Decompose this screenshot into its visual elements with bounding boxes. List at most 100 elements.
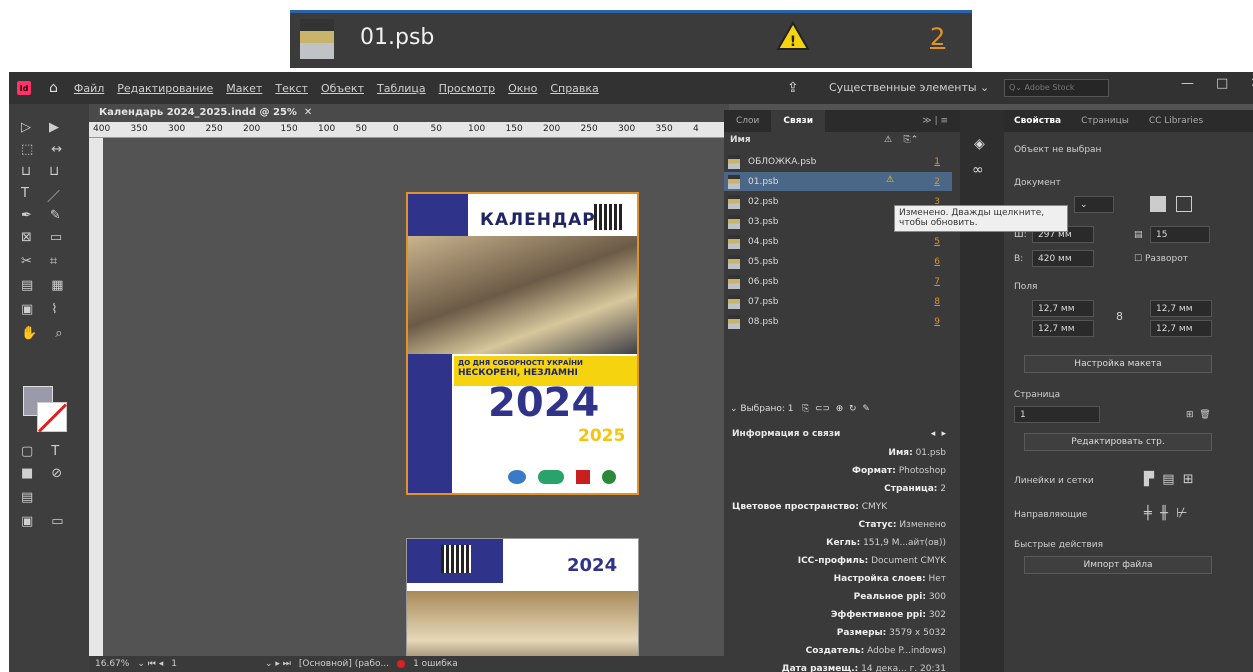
links-panel-icon[interactable]: ∞ (972, 162, 984, 178)
warning-icon[interactable]: ! (776, 21, 810, 51)
ruler-grid-icons[interactable]: ▛ ▤ ⊞ (1144, 472, 1194, 487)
apply-color-icon[interactable]: ■ (21, 466, 33, 481)
link-page[interactable]: 5 (934, 237, 940, 247)
portrait-icon[interactable] (1150, 196, 1166, 212)
menu-item[interactable]: Макет (226, 82, 262, 95)
link-page[interactable]: 1 (934, 157, 940, 167)
margin-top-field[interactable]: 12,7 мм (1032, 300, 1094, 317)
stroke-swatch[interactable] (37, 402, 67, 432)
line-tool-icon[interactable]: ／ (47, 186, 60, 205)
gradient-swatch-tool-icon[interactable]: ▤ (21, 278, 33, 293)
formatting-text-icon[interactable]: T (51, 444, 59, 459)
content-placer-icon[interactable]: ⊔ (49, 164, 59, 179)
menu-item[interactable]: Текст (275, 82, 308, 95)
workspace-switcher[interactable]: Существенные элементы ⌄ (829, 81, 989, 94)
link-page[interactable]: 6 (934, 257, 940, 267)
guide-icons[interactable]: ╪ ╫ ⊬ (1144, 506, 1188, 521)
layers-panel-icon[interactable]: ◈ (974, 136, 985, 152)
link-row[interactable]: 05.psb 6 (724, 252, 952, 271)
pages-count-field[interactable]: 15 (1150, 226, 1210, 243)
page-tool-icon[interactable]: ⬚ (21, 142, 33, 157)
content-collector-icon[interactable]: ⊔ (21, 164, 31, 179)
page-select[interactable]: 1 (1014, 406, 1100, 423)
pencil-tool-icon[interactable]: ✎ (50, 208, 61, 223)
rectangle-frame-tool-icon[interactable]: ⊠ (21, 230, 32, 245)
menu-item[interactable]: Окно (508, 82, 537, 95)
preflight-errors[interactable]: 1 ошибка (413, 659, 458, 669)
link-info-header[interactable]: Информация о связи ◂ ▸ (724, 424, 960, 444)
menu-item[interactable]: Просмотр (439, 82, 495, 95)
free-transform-tool-icon[interactable]: ⌗ (50, 254, 57, 269)
document-tab[interactable]: Календарь 2024_2025.indd @ 25% ✕ (89, 104, 729, 122)
link-row[interactable]: 08.psb 9 (724, 312, 952, 331)
link-row[interactable]: 06.psb 7 (724, 272, 952, 291)
screen-mode-menu-icon[interactable]: ▭ (51, 514, 63, 529)
margin-bottom-field[interactable]: 12,7 мм (1032, 320, 1094, 337)
screen-mode-icon[interactable]: ▣ (21, 514, 33, 529)
formatting-container-icon[interactable]: ▢ (21, 444, 33, 459)
adobe-stock-search[interactable]: Q⌄ Adobe Stock (1004, 79, 1109, 97)
tab-pages[interactable]: Страницы (1071, 116, 1139, 126)
hand-tool-icon[interactable]: ✋ (21, 326, 37, 341)
calendar-cover-page[interactable]: КАЛЕНДАРЬ ДО ДНЯ СОБОРНОСТІ УКРАЇНИ НЕСКО… (406, 192, 639, 495)
scissors-tool-icon[interactable]: ✂ (21, 254, 32, 269)
direct-selection-tool-icon[interactable]: ▶ (49, 120, 59, 135)
note-tool-icon[interactable]: ▣ (21, 302, 33, 317)
add-page-icon[interactable]: ⊞ 🗑 (1186, 410, 1211, 420)
tab-properties[interactable]: Свойства (1004, 116, 1071, 126)
edit-page-button[interactable]: Редактировать стр. (1024, 433, 1212, 451)
gradient-feather-tool-icon[interactable]: ▦ (51, 278, 63, 293)
logo-icon (602, 470, 616, 484)
link-page[interactable]: 8 (934, 297, 940, 307)
link-row[interactable]: 07.psb 8 (724, 292, 952, 311)
apply-none-icon[interactable]: ⊘ (51, 466, 62, 481)
menu-item[interactable]: Файл (74, 82, 104, 95)
menu-item[interactable]: Справка (550, 82, 598, 95)
pen-tool-icon[interactable]: ✒ (21, 208, 32, 223)
link-info-row: Статус: Изменено (858, 520, 946, 530)
panel-dock: ◈ ∞ (960, 110, 1004, 672)
link-page[interactable]: 9 (934, 317, 940, 327)
layout-settings-button[interactable]: Настройка макета (1024, 355, 1212, 373)
tab-layers[interactable]: Слои (724, 116, 771, 126)
calendar-page-2[interactable]: 2024 (406, 538, 639, 672)
tab-cc-libraries[interactable]: CC Libraries (1139, 116, 1213, 126)
panel-menu-icon[interactable]: ≫ | ≡ (910, 116, 960, 126)
document-preset-select[interactable]: ⌄ (1074, 196, 1114, 213)
share-icon[interactable]: ⇪ (787, 80, 799, 96)
import-file-button[interactable]: Импорт файла (1024, 556, 1212, 574)
type-tool-icon[interactable]: T (21, 186, 29, 205)
page-field[interactable]: 1 (171, 659, 177, 669)
landscape-icon[interactable] (1176, 196, 1192, 212)
menu-item[interactable]: Редактирование (117, 82, 213, 95)
rectangle-tool-icon[interactable]: ▭ (50, 230, 62, 245)
margin-right-field[interactable]: 12,7 мм (1150, 320, 1212, 337)
link-page-number[interactable]: 2 (930, 23, 945, 51)
link-row[interactable]: ОБЛОЖКА.psb 1 (724, 152, 952, 171)
link-row[interactable]: 01.psb ⚠ 2 (724, 172, 952, 191)
menu-item[interactable]: Таблица (377, 82, 426, 95)
minimize-button[interactable]: — (1181, 76, 1194, 91)
logo-icon (508, 470, 526, 484)
height-field[interactable]: 420 мм (1032, 250, 1094, 267)
link-page[interactable]: 7 (934, 277, 940, 287)
eyedropper-tool-icon[interactable]: ⌇ (51, 302, 57, 317)
link-row[interactable]: 04.psb 5 (724, 232, 952, 251)
maximize-button[interactable]: □ (1216, 76, 1228, 91)
warning-icon[interactable]: ⚠ (886, 175, 894, 185)
selection-tool-icon[interactable]: ▷ (21, 120, 31, 135)
preview-mode-icon[interactable]: ▤ (21, 490, 33, 505)
home-icon[interactable]: ⌂ (49, 80, 58, 96)
gap-tool-icon[interactable]: ↔ (51, 142, 62, 157)
spread-checkbox[interactable]: ☐ Разворот (1134, 254, 1188, 264)
link-thumbnail (728, 254, 740, 269)
zoom-tool-icon[interactable]: ⌕ (55, 326, 62, 341)
link-info-row: ICC-профиль: Document CMYK (797, 556, 946, 566)
menu-item[interactable]: Объект (321, 82, 364, 95)
link-page[interactable]: 2 (934, 177, 940, 187)
tab-links[interactable]: Связи (771, 110, 826, 132)
margin-left-field[interactable]: 12,7 мм (1150, 300, 1212, 317)
link-margins-icon[interactable]: 8 (1116, 310, 1123, 323)
master-style[interactable]: [Основной] (рабо... (299, 659, 389, 669)
zoom-level[interactable]: 16.67% (95, 659, 129, 669)
